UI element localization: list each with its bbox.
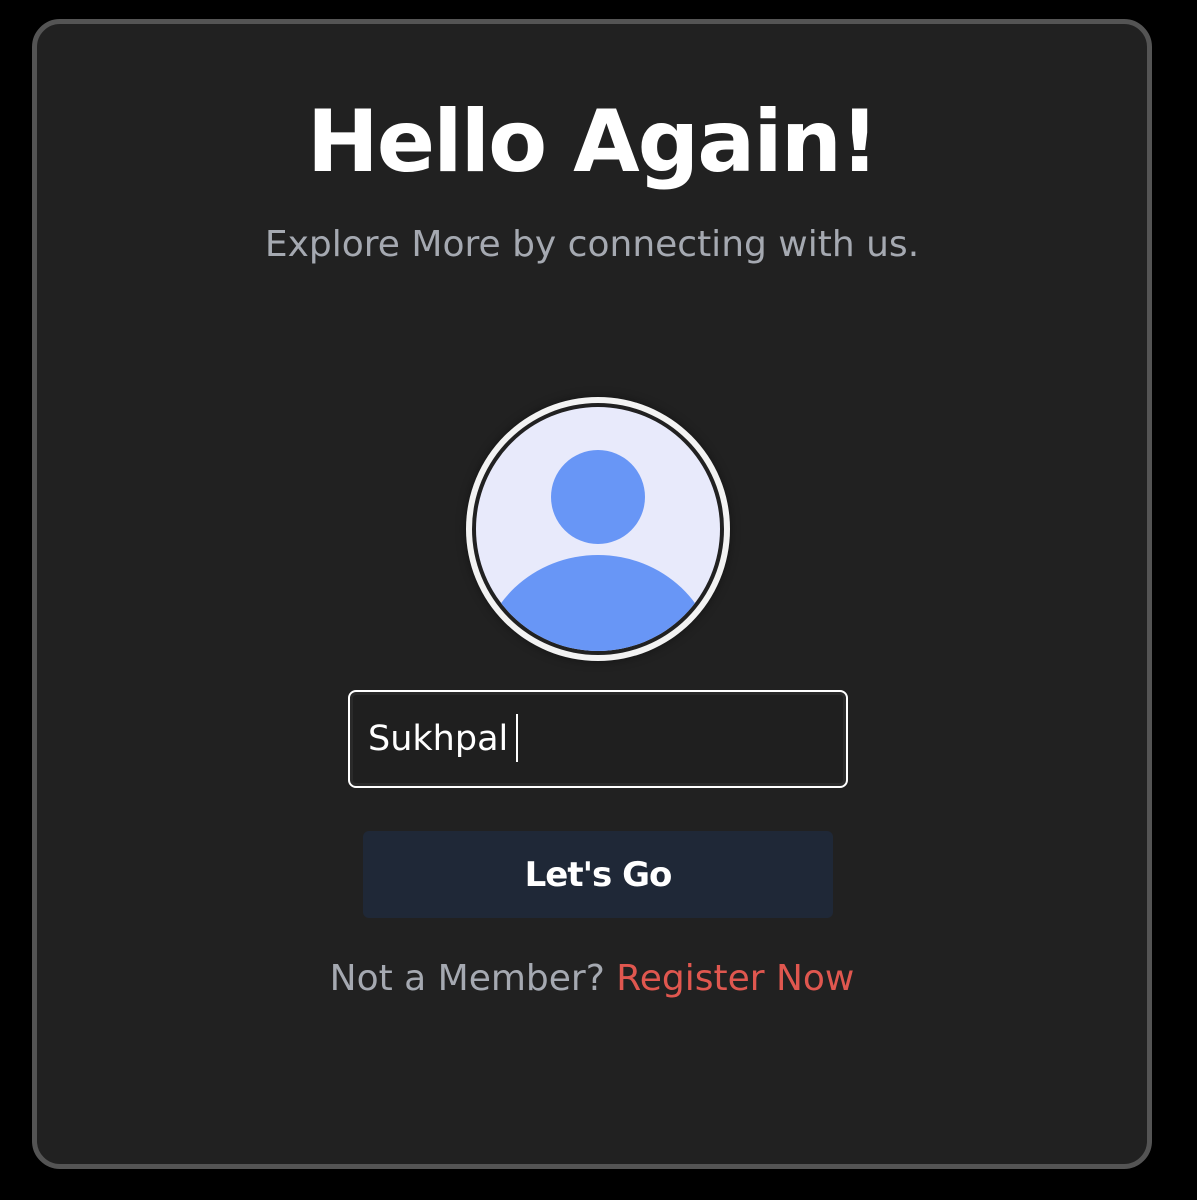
page-subtitle: Explore More by connecting with us. <box>264 224 920 265</box>
user-profile-icon <box>476 407 720 651</box>
register-now-link[interactable]: Register Now <box>616 958 854 999</box>
login-card: Hello Again! Explore More by connecting … <box>32 19 1152 1169</box>
page-title: Hello Again! <box>306 92 879 192</box>
register-prompt-row: Not a Member? Register Now <box>37 952 1147 1006</box>
lets-go-button[interactable]: Let's Go <box>363 831 833 918</box>
register-prompt-text: Not a Member? <box>329 958 605 999</box>
text-caret <box>516 714 518 762</box>
username-input[interactable] <box>348 690 848 788</box>
profile-avatar[interactable] <box>466 397 730 661</box>
